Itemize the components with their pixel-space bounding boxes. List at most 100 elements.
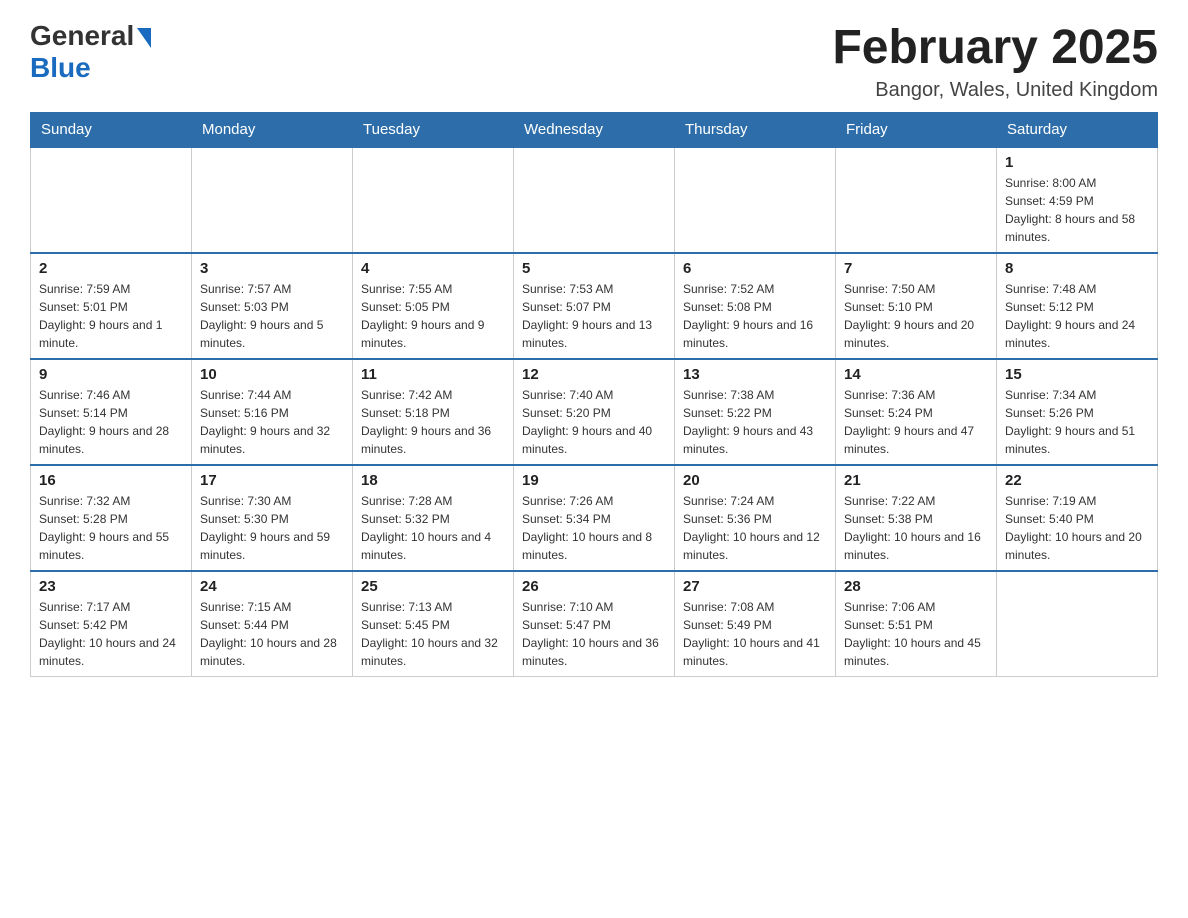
day-number: 5	[522, 260, 666, 277]
page-header: General Blue February 2025 Bangor, Wales…	[30, 20, 1158, 102]
title-area: February 2025 Bangor, Wales, United King…	[832, 20, 1158, 102]
day-number: 20	[683, 472, 827, 489]
calendar-week-row: 16 Sunrise: 7:32 AMSunset: 5:28 PMDayligh…	[31, 465, 1158, 571]
weekday-header-thursday: Thursday	[675, 113, 836, 148]
calendar-cell: 10Sunrise: 7:44 AMSunset: 5:16 PMDayligh…	[192, 359, 353, 465]
day-info: Sunrise: 7:57 AMSunset: 5:03 PMDaylight:…	[200, 280, 344, 352]
day-info: Sunrise: 7:30 AMSunset: 5:30 PMDaylight:…	[200, 492, 344, 564]
calendar-cell	[514, 147, 675, 253]
calendar-cell: 7Sunrise: 7:50 AMSunset: 5:10 PMDaylight…	[836, 253, 997, 359]
day-info: Sunrise: 7:36 AMSunset: 5:24 PMDaylight:…	[844, 386, 988, 458]
day-info: Sunrise: 7:28 AMSunset: 5:32 PMDaylight:…	[361, 492, 505, 564]
calendar-cell: 23Sunrise: 7:17 AMSunset: 5:42 PMDayligh…	[31, 571, 192, 677]
day-info: Sunrise: 7:55 AMSunset: 5:05 PMDaylight:…	[361, 280, 505, 352]
day-number: 27	[683, 578, 827, 595]
day-number: 10	[200, 366, 344, 383]
day-number: 2	[39, 260, 183, 277]
logo-top: General	[30, 20, 151, 52]
calendar-cell: 28 Sunrise: 7:06 AMSunset: 5:51 PMDayligh…	[836, 571, 997, 677]
calendar-cell: 12 Sunrise: 7:40 AMSunset: 5:20 PMDayligh…	[514, 359, 675, 465]
calendar-cell: 13Sunrise: 7:38 AMSunset: 5:22 PMDayligh…	[675, 359, 836, 465]
logo-general-text: General	[30, 20, 134, 52]
weekday-header-sunday: Sunday	[31, 113, 192, 148]
calendar-cell	[675, 147, 836, 253]
weekday-header-wednesday: Wednesday	[514, 113, 675, 148]
day-info: Sunrise: 7:22 AMSunset: 5:38 PMDaylight:…	[844, 492, 988, 564]
calendar-cell: 5 Sunrise: 7:53 AMSunset: 5:07 PMDaylight…	[514, 253, 675, 359]
day-info: Sunrise: 7:42 AMSunset: 5:18 PMDaylight:…	[361, 386, 505, 458]
day-number: 16	[39, 472, 183, 489]
day-number: 11	[361, 366, 505, 383]
day-info: Sunrise: 7:40 AMSunset: 5:20 PMDaylight:…	[522, 386, 666, 458]
calendar-cell: 2 Sunrise: 7:59 AMSunset: 5:01 PMDaylight…	[31, 253, 192, 359]
day-number: 8	[1005, 260, 1149, 277]
day-info: Sunrise: 7:52 AMSunset: 5:08 PMDaylight:…	[683, 280, 827, 352]
logo-blue-text: Blue	[30, 52, 91, 84]
day-info: Sunrise: 7:32 AMSunset: 5:28 PMDaylight:…	[39, 492, 183, 564]
weekday-header-friday: Friday	[836, 113, 997, 148]
day-info: Sunrise: 7:46 AMSunset: 5:14 PMDaylight:…	[39, 386, 183, 458]
day-info: Sunrise: 7:59 AMSunset: 5:01 PMDaylight:…	[39, 280, 183, 352]
calendar-cell: 6 Sunrise: 7:52 AMSunset: 5:08 PMDaylight…	[675, 253, 836, 359]
calendar-cell: 20 Sunrise: 7:24 AMSunset: 5:36 PMDayligh…	[675, 465, 836, 571]
calendar-cell: 14 Sunrise: 7:36 AMSunset: 5:24 PMDayligh…	[836, 359, 997, 465]
calendar-cell: 17 Sunrise: 7:30 AMSunset: 5:30 PMDayligh…	[192, 465, 353, 571]
calendar-cell: 19 Sunrise: 7:26 AMSunset: 5:34 PMDayligh…	[514, 465, 675, 571]
calendar-cell	[997, 571, 1158, 677]
day-number: 12	[522, 366, 666, 383]
month-title: February 2025	[832, 20, 1158, 75]
day-number: 18	[361, 472, 505, 489]
day-number: 26	[522, 578, 666, 595]
day-number: 4	[361, 260, 505, 277]
day-number: 6	[683, 260, 827, 277]
calendar-header-row: SundayMondayTuesdayWednesdayThursdayFrid…	[31, 113, 1158, 148]
calendar-week-row: 1 Sunrise: 8:00 AMSunset: 4:59 PMDaylight…	[31, 147, 1158, 253]
day-info: Sunrise: 7:13 AMSunset: 5:45 PMDaylight:…	[361, 598, 505, 670]
day-info: Sunrise: 7:19 AMSunset: 5:40 PMDaylight:…	[1005, 492, 1149, 564]
day-info: Sunrise: 7:15 AMSunset: 5:44 PMDaylight:…	[200, 598, 344, 670]
day-number: 28	[844, 578, 988, 595]
calendar-cell: 18 Sunrise: 7:28 AMSunset: 5:32 PMDayligh…	[353, 465, 514, 571]
weekday-header-monday: Monday	[192, 113, 353, 148]
weekday-header-saturday: Saturday	[997, 113, 1158, 148]
day-number: 19	[522, 472, 666, 489]
day-info: Sunrise: 7:48 AMSunset: 5:12 PMDaylight:…	[1005, 280, 1149, 352]
calendar-cell: 8 Sunrise: 7:48 AMSunset: 5:12 PMDaylight…	[997, 253, 1158, 359]
calendar-cell	[31, 147, 192, 253]
calendar-week-row: 9 Sunrise: 7:46 AMSunset: 5:14 PMDaylight…	[31, 359, 1158, 465]
day-info: Sunrise: 7:34 AMSunset: 5:26 PMDaylight:…	[1005, 386, 1149, 458]
calendar-week-row: 2 Sunrise: 7:59 AMSunset: 5:01 PMDaylight…	[31, 253, 1158, 359]
day-number: 22	[1005, 472, 1149, 489]
calendar-week-row: 23Sunrise: 7:17 AMSunset: 5:42 PMDayligh…	[31, 571, 1158, 677]
calendar-cell	[836, 147, 997, 253]
calendar-cell: 24 Sunrise: 7:15 AMSunset: 5:44 PMDayligh…	[192, 571, 353, 677]
location: Bangor, Wales, United Kingdom	[832, 79, 1158, 102]
day-number: 25	[361, 578, 505, 595]
day-number: 24	[200, 578, 344, 595]
day-info: Sunrise: 7:26 AMSunset: 5:34 PMDaylight:…	[522, 492, 666, 564]
calendar-cell: 11 Sunrise: 7:42 AMSunset: 5:18 PMDayligh…	[353, 359, 514, 465]
day-number: 15	[1005, 366, 1149, 383]
day-info: Sunrise: 7:08 AMSunset: 5:49 PMDaylight:…	[683, 598, 827, 670]
calendar-cell: 21 Sunrise: 7:22 AMSunset: 5:38 PMDayligh…	[836, 465, 997, 571]
day-number: 14	[844, 366, 988, 383]
calendar-cell: 26 Sunrise: 7:10 AMSunset: 5:47 PMDayligh…	[514, 571, 675, 677]
calendar-cell	[192, 147, 353, 253]
calendar-cell: 1 Sunrise: 8:00 AMSunset: 4:59 PMDaylight…	[997, 147, 1158, 253]
day-number: 13	[683, 366, 827, 383]
day-number: 1	[1005, 154, 1149, 171]
day-number: 9	[39, 366, 183, 383]
day-number: 17	[200, 472, 344, 489]
calendar-table: SundayMondayTuesdayWednesdayThursdayFrid…	[30, 112, 1158, 677]
day-number: 21	[844, 472, 988, 489]
calendar-cell: 22 Sunrise: 7:19 AMSunset: 5:40 PMDayligh…	[997, 465, 1158, 571]
calendar-cell: 9 Sunrise: 7:46 AMSunset: 5:14 PMDaylight…	[31, 359, 192, 465]
calendar-cell	[353, 147, 514, 253]
day-info: Sunrise: 7:53 AMSunset: 5:07 PMDaylight:…	[522, 280, 666, 352]
day-info: Sunrise: 7:24 AMSunset: 5:36 PMDaylight:…	[683, 492, 827, 564]
day-info: Sunrise: 7:10 AMSunset: 5:47 PMDaylight:…	[522, 598, 666, 670]
day-info: Sunrise: 8:00 AMSunset: 4:59 PMDaylight:…	[1005, 174, 1149, 246]
calendar-cell: 15 Sunrise: 7:34 AMSunset: 5:26 PMDayligh…	[997, 359, 1158, 465]
logo: General Blue	[30, 20, 151, 84]
day-info: Sunrise: 7:06 AMSunset: 5:51 PMDaylight:…	[844, 598, 988, 670]
